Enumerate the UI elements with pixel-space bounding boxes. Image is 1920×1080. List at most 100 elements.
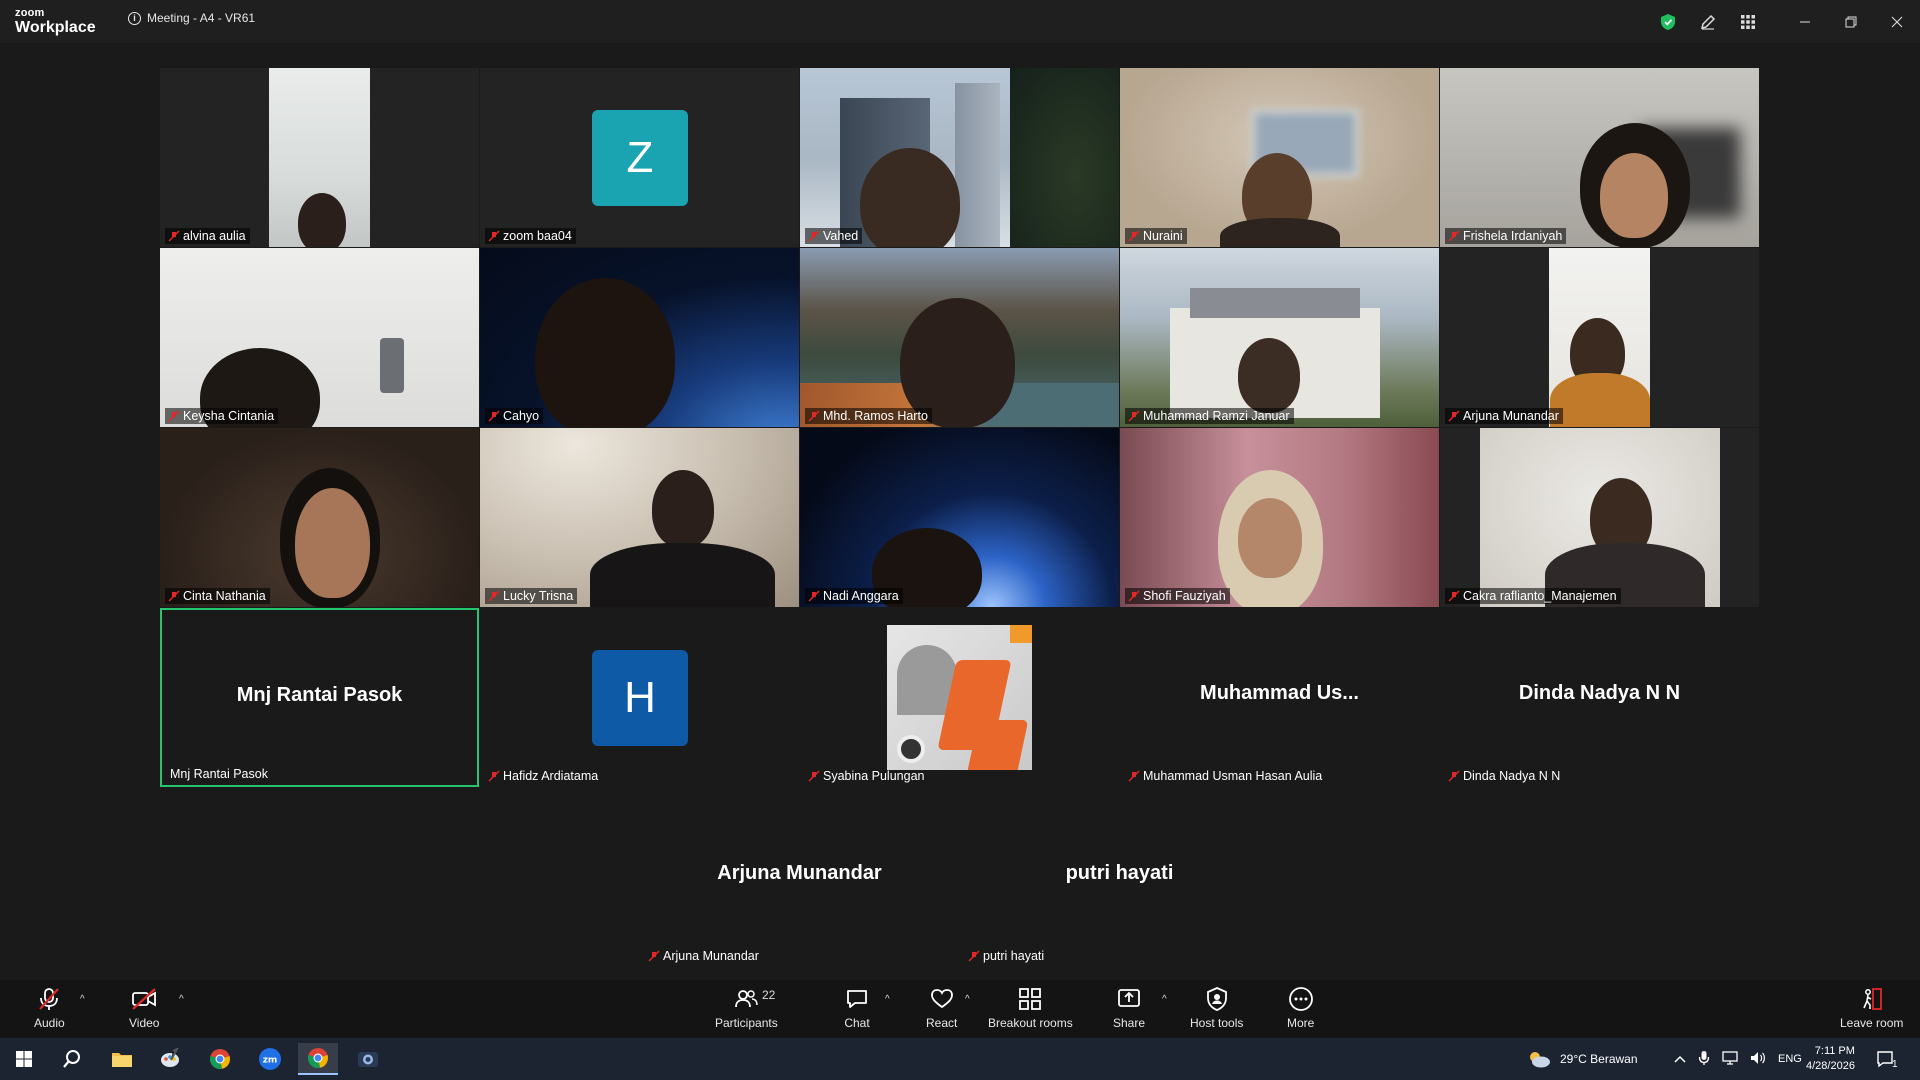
react-label: React: [926, 1016, 958, 1030]
share-options-chevron-icon[interactable]: ^: [1162, 994, 1167, 1005]
react-button[interactable]: React: [926, 986, 957, 1030]
more-button[interactable]: More: [1287, 986, 1314, 1030]
chat-label: Chat: [844, 1016, 870, 1030]
video-button[interactable]: Video: [129, 986, 159, 1030]
video-tile[interactable]: Mhd. Ramos Harto: [800, 248, 1119, 427]
profile-picture: [887, 625, 1032, 770]
meeting-info-button[interactable]: i Meeting - A4 - VR61: [128, 11, 255, 25]
weather-widget[interactable]: 29°C Berawan: [1526, 1038, 1638, 1080]
video-tile[interactable]: Dinda Nadya N N Dinda Nadya N N: [1440, 608, 1759, 787]
start-windows-icon[interactable]: [4, 1043, 44, 1075]
video-tile[interactable]: putri hayati putri hayati: [960, 788, 1279, 967]
video-tile[interactable]: Muhammad Us... Muhammad Usman Hasan Auli…: [1120, 608, 1439, 787]
chat-button[interactable]: Chat: [844, 986, 870, 1030]
participant-name-label: Vahed: [805, 228, 863, 244]
weather-text: 29°C Berawan: [1560, 1052, 1638, 1066]
zoom-app-icon[interactable]: zm: [250, 1043, 290, 1075]
notification-center-button[interactable]: 1: [1876, 1038, 1898, 1080]
video-tile[interactable]: Cinta Nathania: [160, 428, 479, 607]
participant-name-label: Shofi Fauziyah: [1125, 588, 1230, 604]
mic-muted-icon: [1128, 590, 1140, 602]
mic-muted-icon: [1448, 770, 1460, 782]
mic-muted-icon: [968, 950, 980, 962]
video-tile[interactable]: Shofi Fauziyah: [1120, 428, 1439, 607]
video-options-chevron-icon[interactable]: ^: [179, 994, 184, 1005]
clock[interactable]: 7:11 PM 4/28/2026: [1806, 1038, 1855, 1080]
mic-muted-icon: [488, 590, 500, 602]
participant-display-name: putri hayati: [1065, 862, 1174, 884]
tray-overflow-chevron-icon[interactable]: [1674, 1052, 1686, 1066]
file-explorer-icon[interactable]: [102, 1043, 142, 1075]
system-tray: ENG: [1674, 1038, 1802, 1080]
minimize-button[interactable]: [1782, 0, 1828, 43]
search-icon[interactable]: [52, 1043, 92, 1075]
brand-bottom: Workplace: [15, 19, 96, 36]
security-shield-icon[interactable]: [1648, 0, 1688, 43]
participant-avatar: H: [592, 650, 688, 746]
participant-name-label: Dinda Nadya N N: [1445, 768, 1564, 784]
mic-muted-icon: [39, 988, 60, 1010]
participants-count: 22: [762, 988, 776, 1002]
clock-date: 4/28/2026: [1806, 1060, 1855, 1072]
video-tile[interactable]: Nuraini: [1120, 68, 1439, 247]
annotate-pen-icon[interactable]: [1688, 0, 1728, 43]
breakout-rooms-button[interactable]: Breakout rooms: [988, 986, 1073, 1030]
participant-name-label: Muhammad Usman Hasan Aulia: [1125, 768, 1326, 784]
mic-muted-icon: [168, 410, 180, 422]
more-options-icon: [1288, 987, 1313, 1011]
video-tile[interactable]: Cakra raflianto_Manajemen: [1440, 428, 1759, 607]
participant-name-label: putri hayati: [965, 948, 1048, 964]
participant-display-name: Arjuna Munandar: [717, 862, 882, 884]
video-tile[interactable]: Keysha Cintania: [160, 248, 479, 427]
input-language[interactable]: ENG: [1778, 1053, 1802, 1065]
video-tile[interactable]: H Hafidz Ardiatama: [480, 608, 799, 787]
video-tile[interactable]: Lucky Trisna: [480, 428, 799, 607]
share-screen-icon: [1118, 989, 1140, 1007]
volume-icon[interactable]: [1750, 1051, 1766, 1068]
chrome-icon[interactable]: [200, 1043, 240, 1075]
video-tile[interactable]: Z zoom baa04: [480, 68, 799, 247]
close-button[interactable]: [1874, 0, 1920, 43]
shield-icon: [1206, 987, 1227, 1011]
chat-icon: [847, 990, 867, 1008]
video-tile[interactable]: Muhammad Ramzi Januar: [1120, 248, 1439, 427]
mic-muted-icon: [488, 770, 500, 782]
participant-avatar: Z: [592, 110, 688, 206]
participant-display-name: Mnj Rantai Pasok: [236, 684, 403, 706]
video-tile[interactable]: Nadi Anggara: [800, 428, 1119, 607]
apps-grid-icon[interactable]: [1728, 0, 1768, 43]
video-tile[interactable]: Vahed: [800, 68, 1119, 247]
host-tools-button[interactable]: Host tools: [1190, 986, 1243, 1030]
video-tile[interactable]: alvina aulia: [160, 68, 479, 247]
video-off-icon: [132, 988, 157, 1010]
chat-options-chevron-icon[interactable]: ^: [885, 994, 890, 1005]
video-tile[interactable]: Arjuna Munandar: [1440, 248, 1759, 427]
react-options-chevron-icon[interactable]: ^: [965, 994, 970, 1005]
title-bar: zoom Workplace i Meeting - A4 - VR61: [0, 0, 1920, 43]
chrome-active-icon[interactable]: [298, 1043, 338, 1075]
audio-button[interactable]: Audio: [34, 986, 65, 1030]
mic-muted-icon: [648, 950, 660, 962]
video-tile[interactable]: Syabina Pulungan: [800, 608, 1119, 787]
mic-muted-icon: [1128, 770, 1140, 782]
participant-name-label: Muhammad Ramzi Januar: [1125, 408, 1294, 424]
audio-options-chevron-icon[interactable]: ^: [80, 994, 85, 1005]
restore-button[interactable]: [1828, 0, 1874, 43]
leave-room-button[interactable]: Leave room: [1840, 986, 1903, 1030]
mic-muted-icon: [1448, 230, 1460, 242]
camera-app-icon[interactable]: [348, 1043, 388, 1075]
network-icon[interactable]: [1722, 1050, 1738, 1068]
video-tile[interactable]: Cahyo: [480, 248, 799, 427]
participant-name-label: alvina aulia: [165, 228, 250, 244]
video-tile[interactable]: Arjuna Munandar Arjuna Munandar: [640, 788, 959, 967]
gallery-view: alvina aulia Z zoom baa04 Vahed Nuraini …: [0, 43, 1920, 980]
share-button[interactable]: Share: [1113, 986, 1145, 1030]
paint-app-icon[interactable]: [150, 1043, 190, 1075]
active-speaker-tile[interactable]: Mnj Rantai Pasok Mnj Rantai Pasok: [160, 608, 479, 787]
video-tile[interactable]: Frishela Irdaniyah: [1440, 68, 1759, 247]
participant-name-label: Cahyo: [485, 408, 544, 424]
mic-muted-icon: [488, 230, 500, 242]
microphone-icon[interactable]: [1698, 1050, 1710, 1069]
brand-top: zoom: [15, 7, 45, 19]
clock-time: 7:11 PM: [1814, 1045, 1855, 1058]
